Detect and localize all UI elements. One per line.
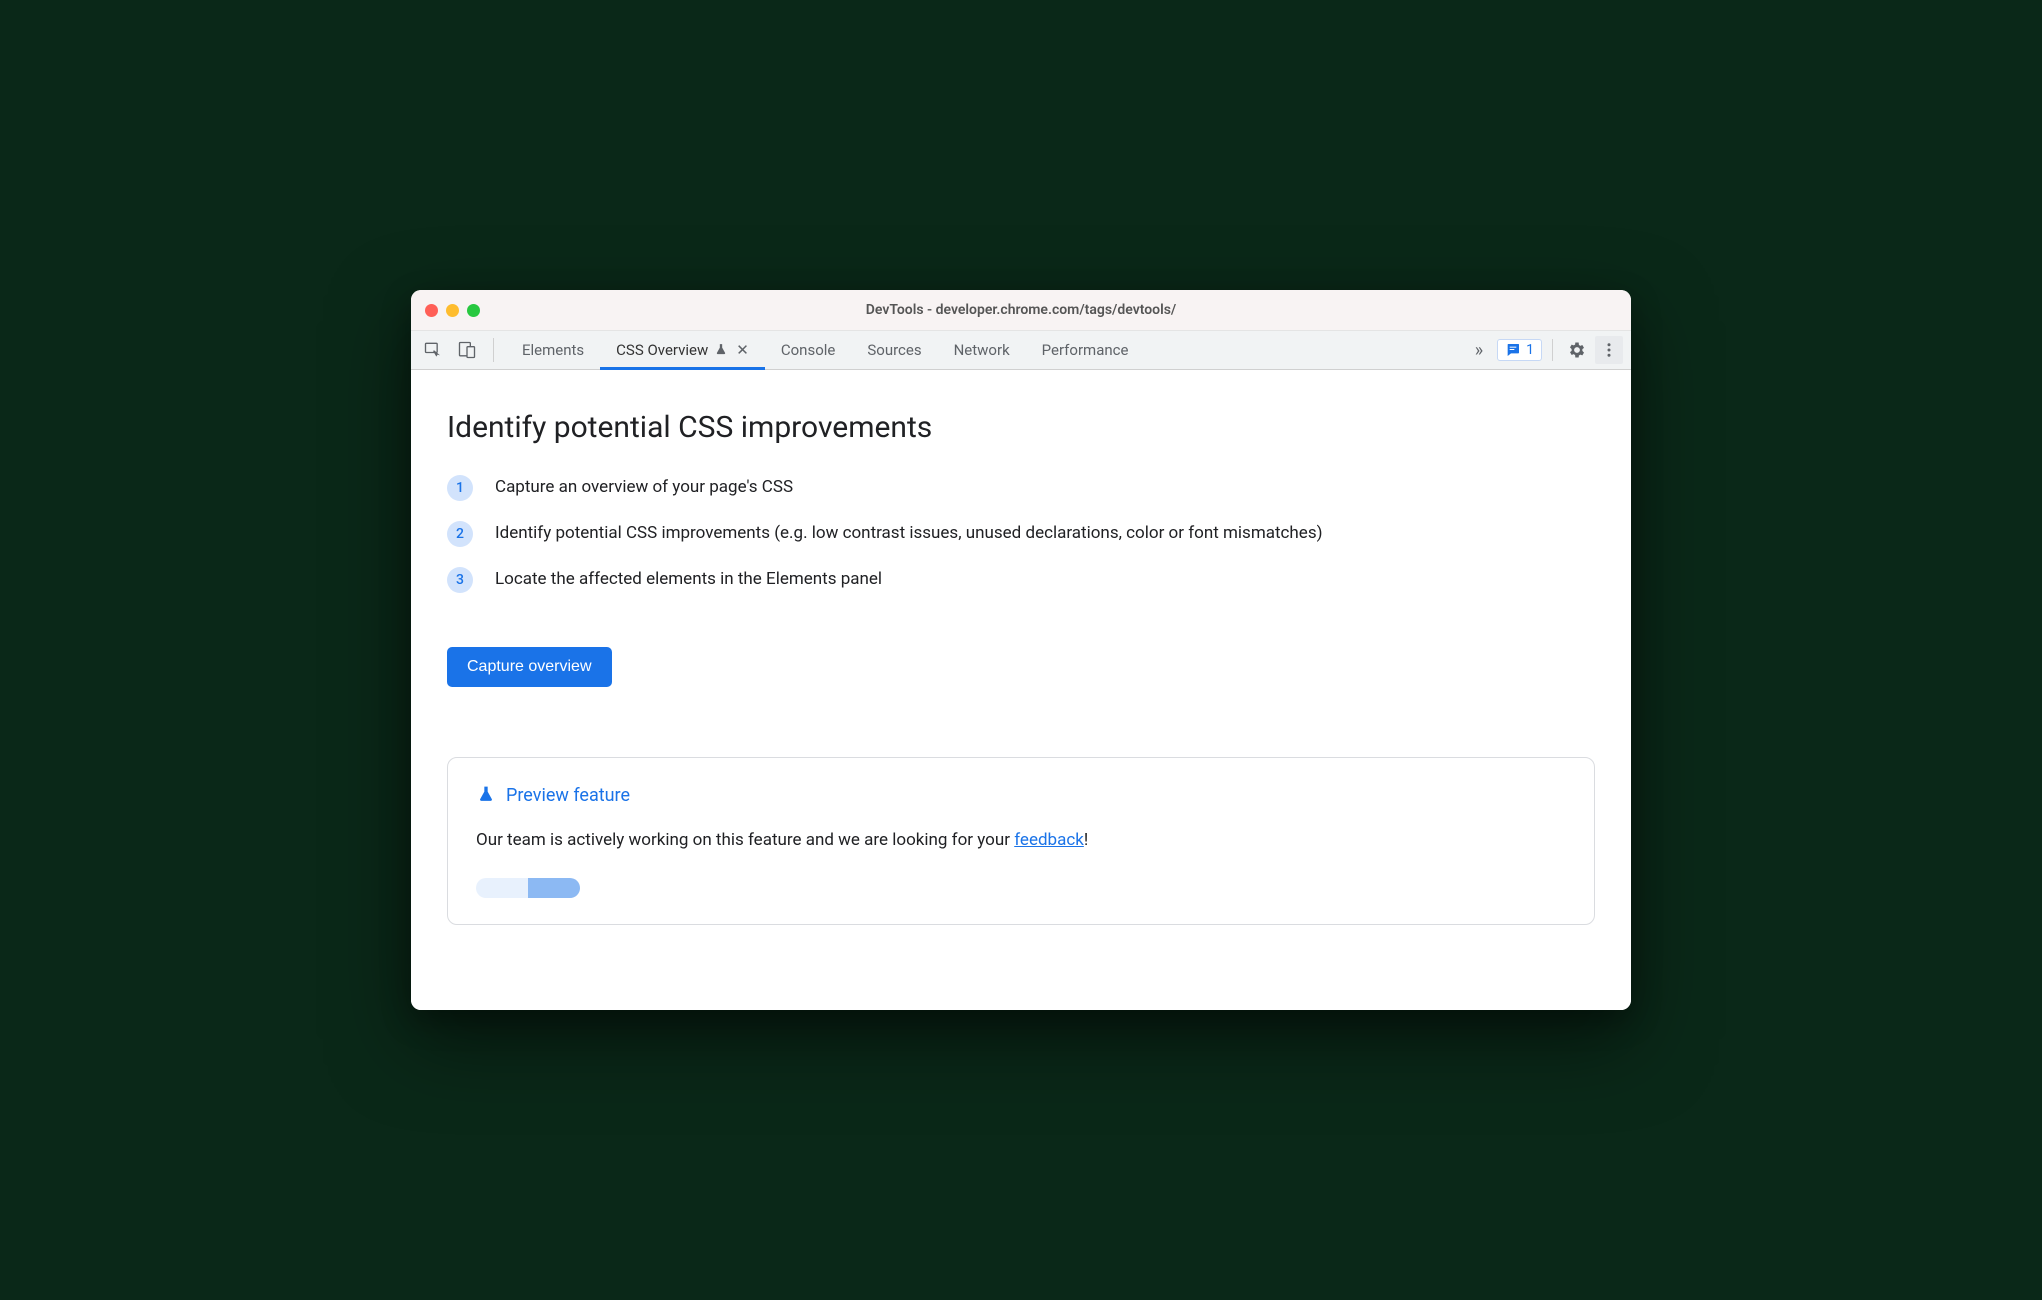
preview-buttons <box>476 878 1566 898</box>
more-options-icon[interactable] <box>1595 336 1623 364</box>
flask-icon <box>476 784 496 806</box>
toolbar-divider <box>1552 339 1553 361</box>
step-item: 1 Capture an overview of your page's CSS <box>447 475 1595 501</box>
tab-console[interactable]: Console <box>765 331 852 369</box>
inspect-element-icon[interactable] <box>419 336 447 364</box>
tab-performance-label: Performance <box>1042 341 1129 359</box>
traffic-lights <box>425 304 480 317</box>
preview-feature-box: Preview feature Our team is actively wor… <box>447 757 1595 925</box>
tab-elements-label: Elements <box>522 341 584 359</box>
devtools-window: DevTools - developer.chrome.com/tags/dev… <box>411 290 1631 1010</box>
flask-icon <box>714 343 728 357</box>
steps-list: 1 Capture an overview of your page's CSS… <box>447 475 1595 593</box>
preview-text: Our team is actively working on this fea… <box>476 830 1566 850</box>
toolbar-left-group <box>419 338 494 362</box>
titlebar: DevTools - developer.chrome.com/tags/dev… <box>411 290 1631 330</box>
preview-header: Preview feature <box>476 784 1566 806</box>
step-item: 2 Identify potential CSS improvements (e… <box>447 521 1595 547</box>
step-text: Identify potential CSS improvements (e.g… <box>495 521 1323 547</box>
preview-btn-left[interactable] <box>476 878 528 898</box>
tab-css-overview[interactable]: CSS Overview ✕ <box>600 331 765 369</box>
preview-text-after: ! <box>1084 830 1088 850</box>
preview-label: Preview feature <box>506 785 630 806</box>
chat-icon <box>1505 342 1521 358</box>
capture-overview-button[interactable]: Capture overview <box>447 647 612 687</box>
page-title: Identify potential CSS improvements <box>447 410 1595 445</box>
step-number: 1 <box>447 475 473 501</box>
toolbar-right-group: » 1 <box>1465 336 1623 364</box>
close-tab-icon[interactable]: ✕ <box>736 341 749 359</box>
window-title: DevTools - developer.chrome.com/tags/dev… <box>411 302 1631 318</box>
issues-count: 1 <box>1526 342 1534 358</box>
panel-tabs: Elements CSS Overview ✕ Console Sources … <box>506 331 1144 369</box>
device-toolbar-icon[interactable] <box>453 336 481 364</box>
tab-elements[interactable]: Elements <box>506 331 600 369</box>
tab-sources[interactable]: Sources <box>851 331 937 369</box>
tab-network[interactable]: Network <box>938 331 1026 369</box>
maximize-window-button[interactable] <box>467 304 480 317</box>
step-text: Capture an overview of your page's CSS <box>495 475 793 501</box>
tab-performance[interactable]: Performance <box>1026 331 1145 369</box>
step-item: 3 Locate the affected elements in the El… <box>447 567 1595 593</box>
settings-icon[interactable] <box>1563 336 1591 364</box>
minimize-window-button[interactable] <box>446 304 459 317</box>
tab-network-label: Network <box>954 341 1010 359</box>
tab-console-label: Console <box>781 341 836 359</box>
tab-sources-label: Sources <box>867 341 921 359</box>
tab-css-overview-label: CSS Overview <box>616 341 708 359</box>
issues-badge[interactable]: 1 <box>1497 339 1542 361</box>
preview-text-before: Our team is actively working on this fea… <box>476 830 1014 850</box>
devtools-toolbar: Elements CSS Overview ✕ Console Sources … <box>411 330 1631 370</box>
step-number: 2 <box>447 521 473 547</box>
more-tabs-icon[interactable]: » <box>1465 340 1493 361</box>
preview-btn-right[interactable] <box>528 878 580 898</box>
panel-content: Identify potential CSS improvements 1 Ca… <box>411 370 1631 1010</box>
step-text: Locate the affected elements in the Elem… <box>495 567 882 593</box>
close-window-button[interactable] <box>425 304 438 317</box>
feedback-link[interactable]: feedback <box>1014 830 1084 850</box>
step-number: 3 <box>447 567 473 593</box>
